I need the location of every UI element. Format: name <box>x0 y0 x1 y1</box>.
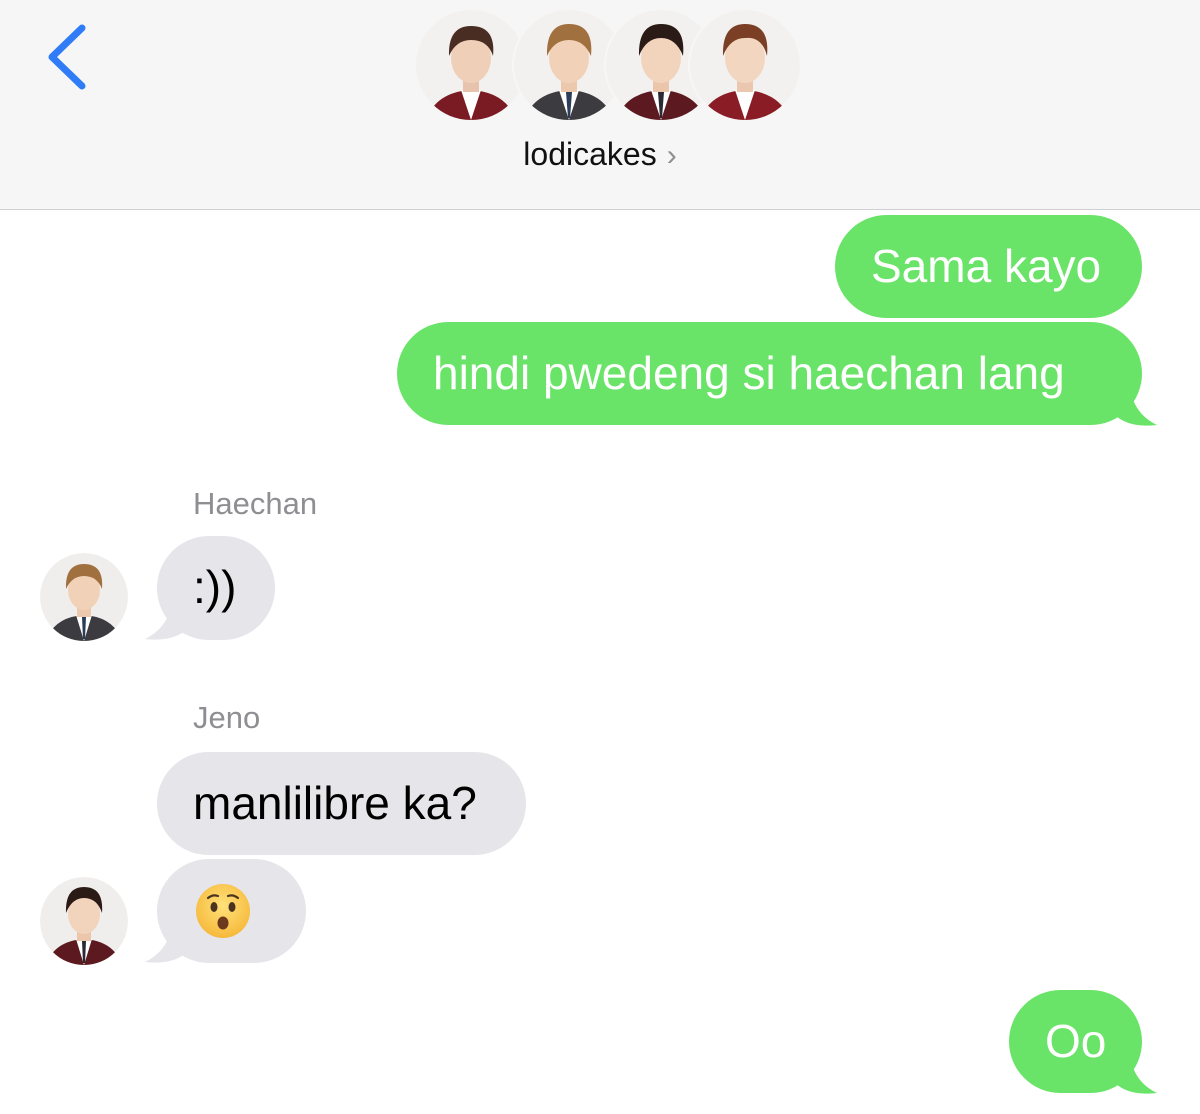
chevron-right-icon: › <box>666 139 677 172</box>
bubble-tail <box>1110 388 1157 426</box>
incoming-message-bubble[interactable]: manlilibre ka? <box>157 752 526 855</box>
member-avatar <box>688 8 802 122</box>
incoming-message-bubble[interactable]: 😯 <box>157 859 306 963</box>
bubble-tail <box>1110 1056 1157 1094</box>
sender-name: Jeno <box>193 700 261 735</box>
outgoing-message-bubble[interactable]: hindi pwedeng si haechan lang <box>397 322 1142 425</box>
sender-avatar[interactable] <box>40 553 128 641</box>
group-name: lodicakes <box>523 136 657 172</box>
message-text: hindi pwedeng si haechan lang <box>433 347 1065 399</box>
group-avatars[interactable] <box>414 8 802 126</box>
message-text: manlilibre ka? <box>193 777 477 829</box>
member-avatar <box>414 8 528 122</box>
message-text: Oo <box>1045 1015 1107 1067</box>
message-text: Sama kayo <box>871 240 1102 292</box>
incoming-message-bubble[interactable]: :)) <box>157 536 275 640</box>
conversation-header: lodicakes › <box>0 0 1200 210</box>
hushed-face-icon <box>196 884 250 938</box>
chevron-left-icon <box>48 24 86 90</box>
outgoing-message-bubble[interactable]: Sama kayo <box>835 215 1142 318</box>
sender-name: Haechan <box>193 486 318 521</box>
sender-avatar[interactable] <box>40 877 128 965</box>
group-name-button[interactable]: lodicakes › <box>0 136 1200 173</box>
back-button[interactable] <box>40 22 100 92</box>
message-text: :)) <box>193 561 237 613</box>
